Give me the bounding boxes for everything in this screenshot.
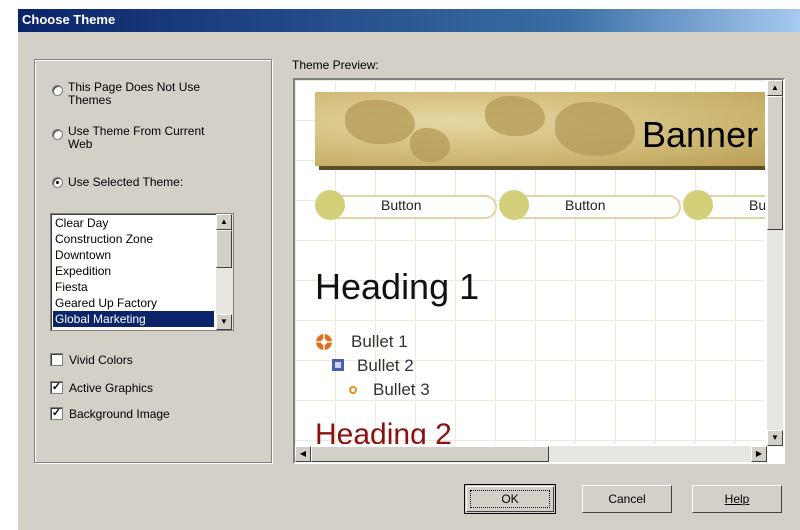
theme-list-item[interactable]: Construction Zone [53, 231, 214, 247]
nav-button-label: Button [381, 197, 422, 213]
theme-list-scrollbar[interactable]: ▲ ▼ [216, 214, 233, 330]
scroll-up-arrow-icon[interactable]: ▲ [216, 214, 232, 230]
radio-no-theme-label: This Page Does Not Use Themes [68, 80, 201, 107]
nav-button-circle [499, 190, 529, 220]
scroll-thumb[interactable] [767, 96, 783, 230]
cancel-button-label: Cancel [608, 492, 646, 506]
preview-heading-1: Heading 1 [315, 266, 480, 307]
preview-bullet-3: Bullet 3 [373, 380, 430, 399]
vivid-colors-label: Vivid Colors [69, 353, 133, 367]
theme-preview-pane[interactable]: Banner Button Button Button Heading 1 [293, 78, 785, 464]
preview-vertical-scrollbar[interactable]: ▲ ▼ [767, 80, 783, 446]
theme-list-item[interactable]: Downtown [53, 247, 214, 263]
scroll-down-arrow-icon[interactable]: ▼ [767, 430, 783, 446]
scroll-down-arrow-icon[interactable]: ▼ [216, 314, 232, 330]
theme-list-item[interactable]: Clear Day [53, 215, 214, 231]
background-image-label: Background Image [69, 407, 170, 421]
nav-button-circle [683, 190, 713, 220]
title-bar[interactable]: Choose Theme [18, 9, 800, 32]
radio-current-web-label: Use Theme From Current Web [68, 124, 205, 151]
theme-list-item[interactable]: Global Marketing [53, 311, 214, 327]
vivid-colors-box [50, 353, 63, 366]
bullet-3-icon [349, 386, 357, 394]
nav-button-label: Button [749, 197, 765, 213]
choose-theme-dialog: Choose Theme This Page Does Not Use Them… [18, 9, 800, 530]
theme-list-item[interactable]: Fiesta [53, 279, 214, 295]
nav-button-circle [315, 190, 345, 220]
active-graphics-label: Active Graphics [69, 381, 154, 395]
ok-button[interactable]: OK [464, 484, 556, 514]
theme-list-item[interactable]: Expedition [53, 263, 214, 279]
theme-list-item[interactable]: Geared Up Factory [53, 295, 214, 311]
ok-button-label: OK [501, 492, 519, 506]
preview-horizontal-scrollbar[interactable]: ◀ ▶ [295, 446, 767, 462]
radio-circle [52, 85, 63, 96]
map-continent [555, 102, 635, 156]
scroll-left-arrow-icon[interactable]: ◀ [295, 446, 311, 462]
window-title: Choose Theme [22, 12, 116, 27]
scroll-thumb[interactable] [311, 446, 549, 462]
map-continent [345, 100, 415, 144]
preview-bullet-2: Bullet 2 [357, 356, 414, 375]
preview-bullet-1: Bullet 1 [351, 332, 408, 351]
preview-heading-2: Heading 2 [315, 418, 452, 444]
bullet-1-icon [316, 334, 332, 350]
scroll-thumb[interactable] [216, 230, 232, 268]
help-button[interactable]: Help [692, 485, 782, 513]
help-button-label: Help [724, 492, 750, 506]
background-image-box: ✓ [50, 407, 63, 420]
radio-selected-theme-label: Use Selected Theme: [68, 175, 184, 189]
nav-button-label: Button [565, 197, 606, 213]
scroll-right-arrow-icon[interactable]: ▶ [751, 446, 767, 462]
cancel-button[interactable]: Cancel [582, 485, 672, 513]
scroll-up-arrow-icon[interactable]: ▲ [767, 80, 783, 96]
preview-banner: Banner [315, 92, 765, 166]
preview-banner-text: Banner [642, 114, 759, 155]
theme-preview-canvas: Banner Button Button Button Heading 1 [295, 80, 765, 444]
radio-circle [52, 129, 63, 140]
theme-list[interactable]: Clear Day Construction Zone Downtown Expedi… [50, 213, 234, 331]
map-continent [410, 128, 450, 162]
active-graphics-box: ✓ [50, 381, 63, 394]
theme-preview-label: Theme Preview: [292, 58, 379, 72]
bullet-2-icon [332, 359, 344, 371]
map-continent [485, 96, 545, 136]
radio-circle-selected [52, 177, 63, 188]
